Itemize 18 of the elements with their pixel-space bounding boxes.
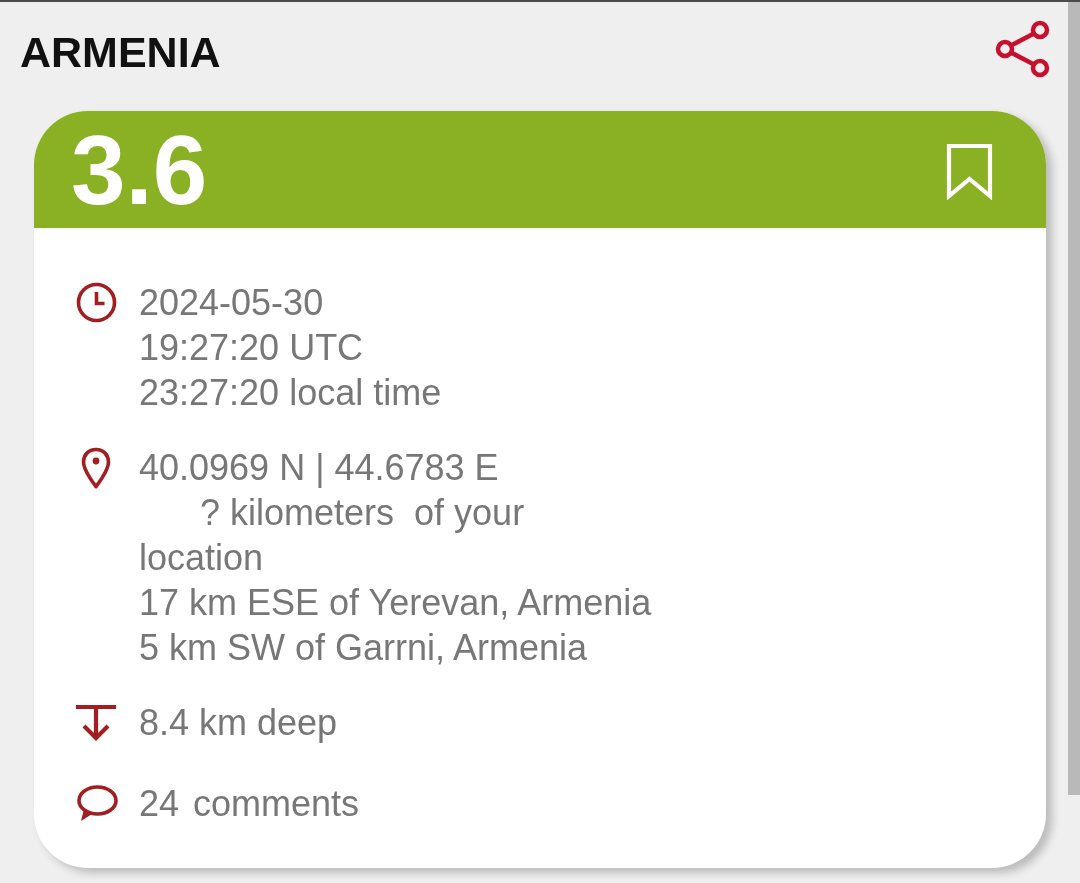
depth-arrow-icon <box>75 703 117 742</box>
clock-icon <box>75 282 117 323</box>
comments-label: comments <box>193 782 360 826</box>
bookmark-icon[interactable] <box>946 143 993 200</box>
location-pin-icon <box>81 446 111 489</box>
place-text: 5 km SW of Garrni, Armenia <box>139 626 588 670</box>
local-time-text: 23:27:20 local time <box>139 371 442 415</box>
magnitude-value: 3.6 <box>71 121 208 219</box>
date-text: 2024-05-30 <box>139 281 324 325</box>
distance-text: ? kilometers of your location <box>139 491 526 580</box>
place-text: 17 km ESE of Yerevan, Armenia <box>139 581 652 625</box>
speech-bubble-icon <box>74 784 118 823</box>
comment-count: 24 <box>139 782 180 826</box>
utc-time-text: 19:27:20 UTC <box>139 326 364 370</box>
depth-text: 8.4 km deep <box>139 701 338 745</box>
coordinates-text: 40.0969 N | 44.6783 E <box>139 446 499 490</box>
scrollbar[interactable] <box>1068 2 1080 795</box>
page-title: ARMENIA <box>20 27 221 77</box>
